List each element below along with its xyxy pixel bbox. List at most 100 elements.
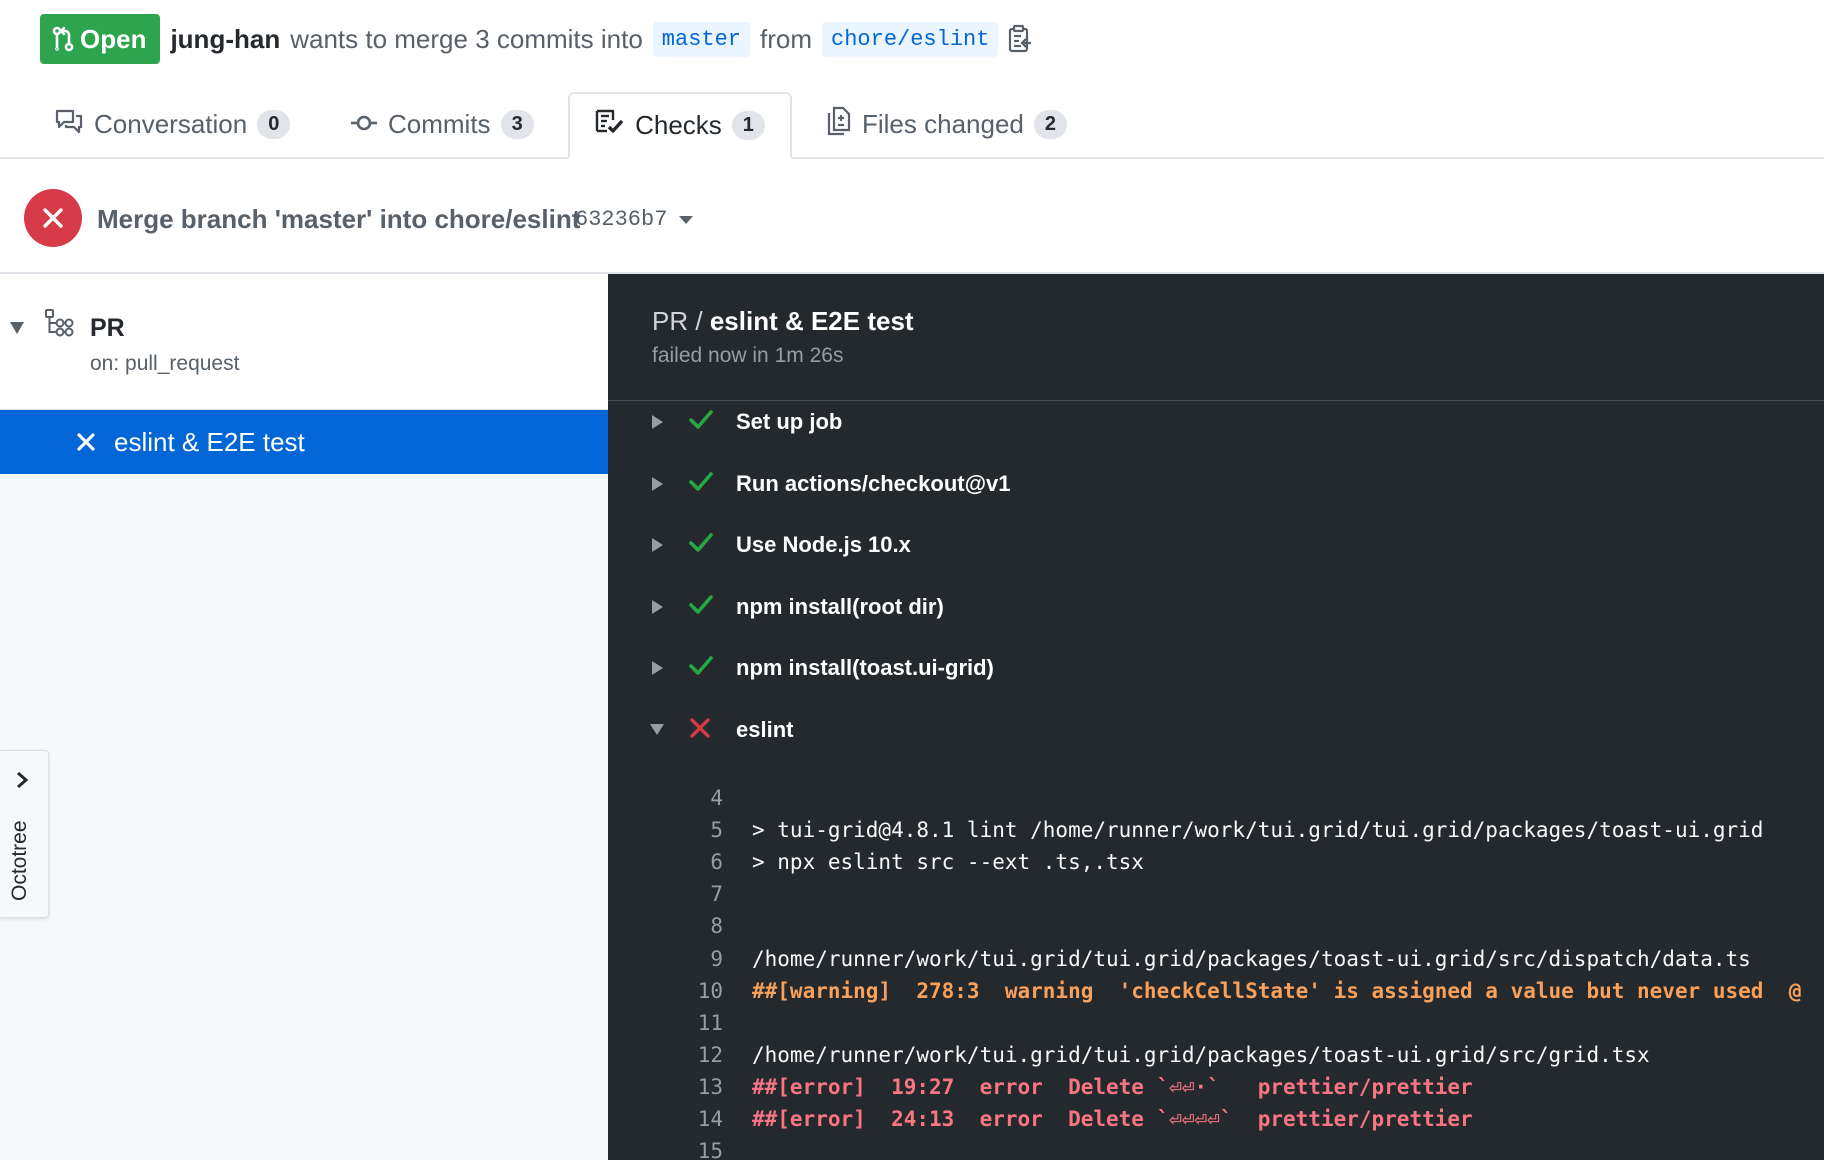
- check-icon: [688, 470, 714, 494]
- caret-down-icon: [650, 724, 664, 735]
- checklist-icon: [595, 109, 625, 142]
- log-line-number[interactable]: 7: [652, 882, 723, 906]
- workflow-collapse-toggle[interactable]: [10, 322, 24, 334]
- pr-from-text: from: [760, 23, 813, 54]
- log-line: 14 ##[error] 24:13 error Delete `⏎⏎⏎⏎` pr…: [608, 1107, 1824, 1139]
- log-line-text: ##[error] 24:13 error Delete `⏎⏎⏎⏎` pret…: [752, 1107, 1473, 1131]
- tab-label: Commits: [388, 109, 491, 139]
- log-line: 6 > npx eslint src --ext .ts,.tsx: [608, 850, 1824, 882]
- log-line-number[interactable]: 15: [652, 1139, 723, 1163]
- log-step[interactable]: Run actions/checkout@v1: [608, 458, 1824, 510]
- close-icon: [76, 432, 96, 452]
- log-line: 13 ##[error] 19:27 error Delete `⏎⏎·` pre…: [608, 1075, 1824, 1107]
- workflow-trigger: on: pull_request: [90, 352, 240, 375]
- git-commit-icon: [350, 109, 378, 140]
- log-line-text: /home/runner/work/tui.grid/tui.grid/pack…: [752, 946, 1751, 971]
- log-step-name: Use Node.js 10.x: [736, 532, 911, 557]
- octotree-toggle[interactable]: Octotree: [0, 750, 49, 918]
- log-step-name: npm install(toast.ui-grid): [736, 655, 994, 680]
- log-line: 11: [608, 1011, 1824, 1043]
- pr-state-label: Open: [80, 23, 147, 54]
- log-title-separator: /: [695, 306, 703, 336]
- log-line-number[interactable]: 6: [652, 850, 723, 874]
- tab-counter: 1: [731, 111, 765, 140]
- checks-sidebar: PR on: pull_request eslint & E2E test Oc…: [0, 274, 609, 1160]
- tab-commits[interactable]: Commits 3: [350, 92, 534, 157]
- log-line-text: > npx eslint src --ext .ts,.tsx: [752, 850, 1144, 875]
- workflow-name: PR: [90, 314, 125, 342]
- tab-label: Conversation: [94, 109, 248, 139]
- log-step-name: eslint: [736, 716, 794, 742]
- caret-right-icon: [652, 415, 663, 429]
- caret-right-icon: [652, 538, 663, 552]
- log-workflow-name: PR: [652, 306, 689, 336]
- tab-checks[interactable]: Checks 1: [568, 92, 792, 159]
- diff-icon: [826, 106, 852, 143]
- log-step[interactable]: npm install(root dir): [608, 581, 1824, 633]
- tab-files-changed[interactable]: Files changed 2: [826, 92, 1068, 157]
- caret-right-icon: [652, 476, 663, 491]
- tab-label: Checks: [635, 110, 722, 140]
- tab-counter: 3: [500, 110, 534, 139]
- log-line-number[interactable]: 10: [652, 979, 723, 1003]
- log-header: PR / eslint & E2E test failed now in 1m …: [608, 274, 1824, 401]
- job-label: eslint & E2E test: [114, 426, 305, 457]
- tab-counter: 2: [1033, 110, 1068, 139]
- tab-label: Files changed: [862, 109, 1024, 139]
- log-line: 8: [608, 914, 1824, 946]
- log-line: 10 ##[warning] 278:3 warning 'checkCellSt…: [608, 979, 1824, 1011]
- commit-message[interactable]: Merge branch 'master' into chore/eslint: [97, 204, 580, 235]
- log-line: 4: [608, 786, 1824, 818]
- workflow-icon: [44, 308, 78, 343]
- log-step[interactable]: Set up job: [608, 396, 1824, 448]
- log-step[interactable]: eslint: [608, 704, 1824, 756]
- log-line: 5 > tui-grid@4.8.1 lint /home/runner/work…: [608, 818, 1824, 850]
- log-line-number[interactable]: 5: [652, 818, 723, 842]
- pr-author-link[interactable]: jung-han: [170, 24, 280, 55]
- log-line-text: /home/runner/work/tui.grid/tui.grid/pack…: [752, 1042, 1650, 1067]
- caret-right-icon: [652, 661, 663, 675]
- log-step[interactable]: npm install(toast.ui-grid): [608, 642, 1824, 694]
- check-icon: [688, 408, 714, 432]
- pr-meta: jung-han wants to merge 3 commits into m…: [170, 21, 1032, 57]
- log-line: 15: [608, 1139, 1824, 1171]
- log-line-number[interactable]: 14: [652, 1107, 723, 1131]
- log-line-number[interactable]: 11: [652, 1011, 723, 1035]
- log-line-number[interactable]: 4: [652, 786, 723, 810]
- log-line-text: > tui-grid@4.8.1 lint /home/runner/work/…: [752, 818, 1764, 843]
- log-status-text: failed now in 1m 26s: [652, 344, 844, 367]
- tab-conversation[interactable]: Conversation 0: [54, 92, 291, 157]
- caret-right-icon: [652, 599, 663, 614]
- log-line-text: ##[warning] 278:3 warning 'checkCellStat…: [752, 978, 1802, 1003]
- commit-sha-dropdown[interactable]: 63236b7: [575, 207, 694, 232]
- pr-tabs: Conversation 0 Commits 3 Checks 1 Files …: [0, 92, 1824, 159]
- log-line-number[interactable]: 13: [652, 1075, 723, 1099]
- commit-status-bar: Merge branch 'master' into chore/eslint …: [0, 159, 1824, 274]
- job-log-panel: PR / eslint & E2E test failed now in 1m …: [608, 274, 1824, 1163]
- check-icon: [688, 593, 714, 617]
- log-step[interactable]: Use Node.js 10.x: [608, 519, 1824, 571]
- head-branch-label[interactable]: chore/eslint: [822, 21, 999, 57]
- commit-sha: 63236b7: [575, 207, 668, 232]
- log-step-name: Set up job: [736, 409, 843, 434]
- job-item-eslint-e2e[interactable]: eslint & E2E test: [0, 410, 608, 474]
- git-pull-request-icon: [52, 26, 74, 52]
- log-line-number[interactable]: 8: [652, 914, 723, 938]
- comment-discussion-icon: [54, 108, 84, 141]
- tab-counter: 0: [257, 110, 291, 139]
- log-title: PR / eslint & E2E test: [652, 306, 914, 337]
- log-line: 12/home/runner/work/tui.grid/tui.grid/pa…: [608, 1043, 1824, 1075]
- workflow-header: PR on: pull_request: [0, 274, 608, 410]
- log-line-number[interactable]: 9: [652, 947, 723, 971]
- pr-merge-text: wants to merge 3 commits into: [290, 23, 643, 54]
- log-line: 7: [608, 882, 1824, 914]
- log-job-name: eslint & E2E test: [709, 306, 914, 336]
- log-line-text: ##[error] 19:27 error Delete `⏎⏎·` prett…: [752, 1074, 1473, 1099]
- octotree-label: Octotree: [8, 820, 31, 901]
- clippy-icon[interactable]: [1008, 24, 1032, 54]
- log-line: 9/home/runner/work/tui.grid/tui.grid/pac…: [608, 947, 1824, 979]
- chevron-down-icon: [679, 215, 694, 224]
- check-icon: [688, 531, 714, 555]
- log-line-number[interactable]: 12: [652, 1043, 723, 1067]
- base-branch-label[interactable]: master: [652, 21, 751, 57]
